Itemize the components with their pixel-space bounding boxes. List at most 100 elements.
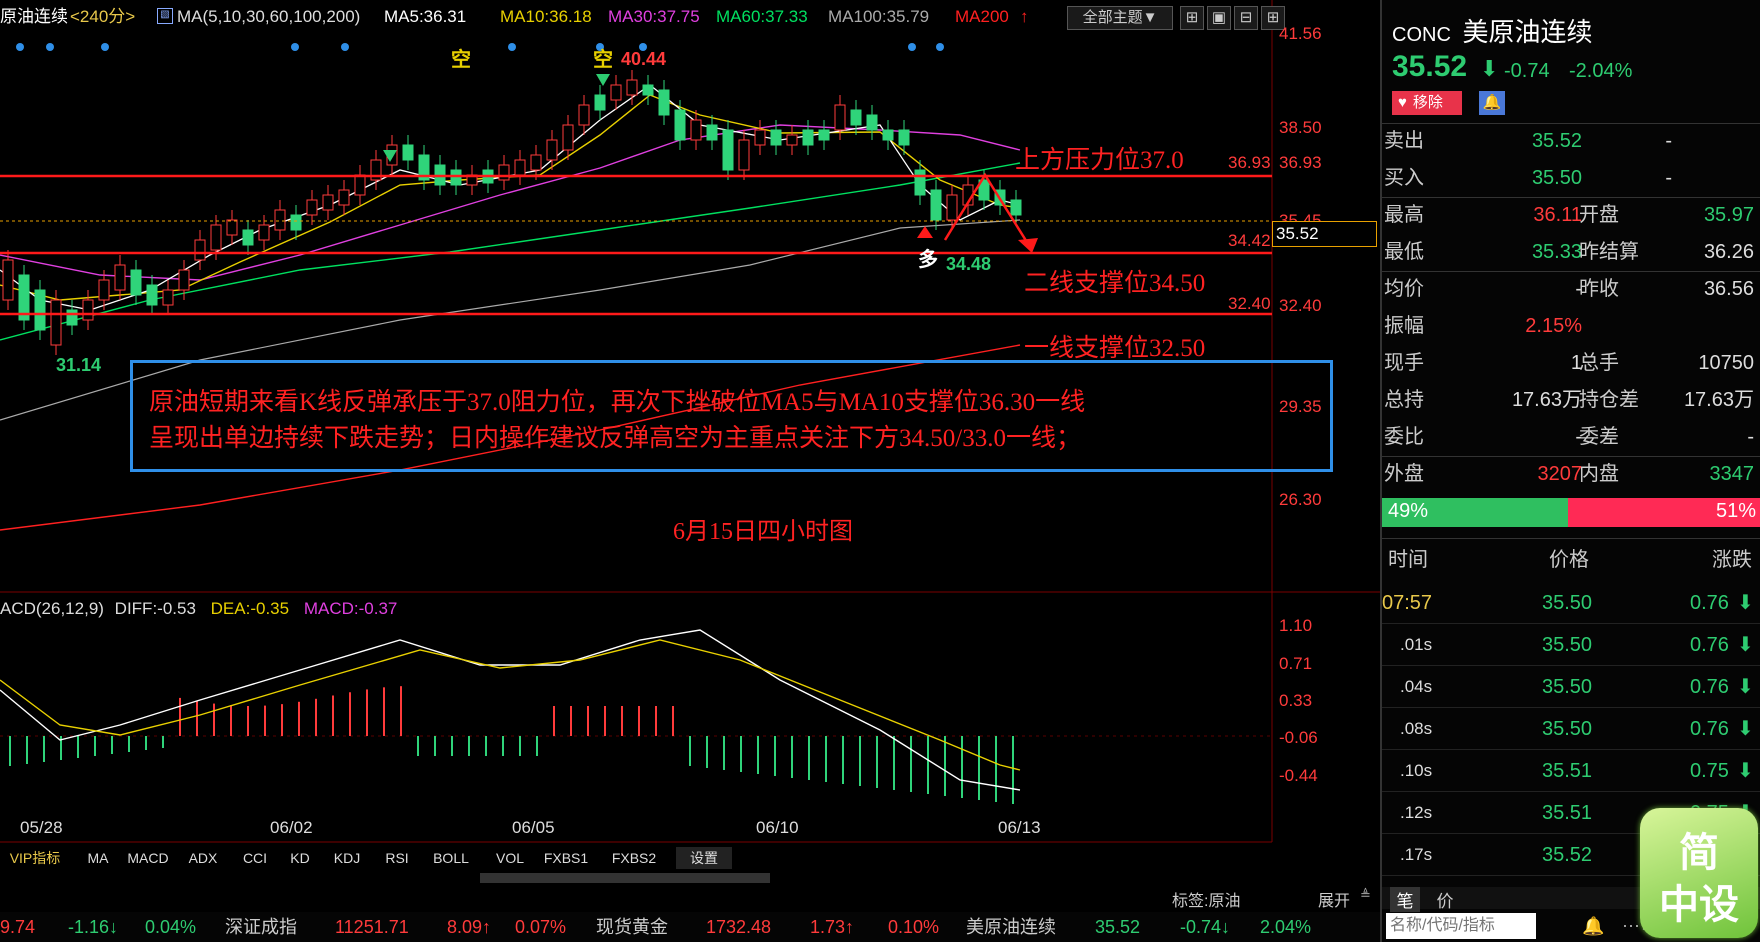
candle-body [546,139,558,161]
arrow-head [1018,238,1038,253]
more-icon[interactable]: ⋯ [1622,916,1640,937]
tab-ma[interactable]: MA [80,847,116,869]
stat-label: 开盘 [1579,204,1619,226]
candle-body [402,144,414,161]
quote-name: 美原油连续 [1462,18,1593,47]
analysis-line-1: 原油短期来看K线反弹承压于37.0阻力位，再次下挫破位MA5与MA10支撑位36… [149,389,1086,416]
ticker-item: 0.04% [145,917,197,937]
down-arrow-icon: ⬇ [1737,592,1754,614]
high-label: 40.44 [621,49,667,69]
buy-row: 买入 35.50 - [1382,160,1760,197]
tab-kd[interactable]: KD [285,847,315,869]
ticker-item: -0.74↓ [1180,917,1231,937]
zoom-out-icon[interactable]: ⊟ [1234,6,1258,30]
macd-params: ACD(26,12,9) [0,599,104,618]
trade-time: .12s [1400,803,1433,822]
theme-dropdown[interactable]: 全部主题▼ [1067,6,1173,30]
price-tick: 36.93 [1279,153,1322,172]
trade-change: 0.76 [1690,592,1729,614]
tab-macd[interactable]: MACD [124,847,172,869]
trade-time: .08s [1400,719,1433,738]
tab-ticks[interactable]: 笔 [1390,887,1420,912]
candle-body [642,84,654,96]
stat-label: 振幅 [1384,315,1424,337]
trade-time: .01s [1400,635,1433,654]
tab-boll[interactable]: BOLL [428,847,474,869]
search-input[interactable] [1386,913,1536,939]
period-label[interactable]: <240分> [70,0,135,34]
tab-fxbs2[interactable]: FXBS2 [608,847,660,869]
trade-time: 07:57 [1382,592,1433,614]
stat-row: 总持 17.63万 持仓差 17.63万 [1382,382,1760,419]
trades-header: 时间 价格 涨跌 [1382,543,1760,571]
bell-icon[interactable]: 🔔 [1479,91,1505,115]
candle-body [274,209,286,231]
tab-cci[interactable]: CCI [236,847,274,869]
trade-price: 35.52 [1542,844,1593,866]
down-arrow-icon: ⬇ [1480,56,1499,81]
candle-body [754,129,766,146]
candle-body [98,279,110,301]
signal-dot [46,43,54,51]
candle-body [130,269,142,296]
candle-body [82,299,94,321]
stat-label: 持仓差 [1579,389,1639,411]
macd-tick: -0.44 [1279,766,1318,785]
sell-ratio: 51% [1715,500,1756,522]
trade-price: 35.51 [1542,760,1593,782]
quote-panel: CONC 美原油连续 35.52 ⬇ -0.74 -2.04% ♥ 移除 🔔 卖出… [1380,0,1760,942]
symbol-label[interactable]: 原油连续 [0,0,68,34]
stat-value: 35.97 [1703,204,1754,226]
ma200-value: MA200 [955,7,1009,26]
tab-vip[interactable]: VIP指标 [0,847,70,869]
candle-body [450,169,462,186]
sell-price: 35.52 [1531,130,1582,152]
arrow-up-icon: ↑ [1020,7,1029,26]
candle-body [818,129,830,141]
trade-time: .17s [1400,845,1433,864]
trade-price: 35.50 [1542,634,1593,656]
chart-type-icon[interactable]: ▧ [157,8,173,24]
tab-adx[interactable]: ADX [183,847,223,869]
trade-time: .10s [1400,761,1433,780]
tab-price[interactable]: 价 [1430,887,1460,912]
ticker-item: -1.16↓ [68,917,119,937]
candle-body [146,284,158,306]
trades-col-change: 涨跌 [1712,549,1752,571]
tab-rsi[interactable]: RSI [378,847,416,869]
stat-value: 3347 [1709,463,1755,485]
macd-value: MACD:-0.37 [303,599,398,618]
tab-fxbs1[interactable]: FXBS1 [540,847,592,869]
tab-settings[interactable]: 设置 [676,847,732,869]
candle-body [226,219,238,236]
expand-button[interactable]: 展开 [1318,887,1350,911]
candle-body [242,229,254,246]
quote-code: CONC [1392,24,1451,46]
candle-body [354,174,366,196]
search-box[interactable] [1386,913,1536,939]
date-tick: 06/13 [998,818,1041,837]
candle-body [690,119,702,141]
candle-body [210,224,222,251]
candle-body [530,154,542,171]
trade-time: .04s [1400,677,1433,696]
candle-body [802,129,814,146]
tab-kdj[interactable]: KDJ [328,847,366,869]
stat-value: 3207 [1537,463,1583,485]
horizontal-scrollbar[interactable] [480,873,770,883]
trade-row: 07:57 35.50 0.76 ⬇ [1382,583,1760,624]
tab-vol[interactable]: VOL [490,847,530,869]
remove-button[interactable]: ♥ 移除 [1392,91,1462,115]
window-icon[interactable]: ▣ [1207,6,1231,30]
trades-col-time: 时间 [1388,549,1428,571]
ma60-value: MA60:37.33 [716,7,808,26]
candle-body [898,129,910,146]
bell-alert-icon[interactable]: 🔔 [1582,916,1604,937]
indicator-tabs: VIP指标 MA MACD ADX CCI KD KDJ RSI BOLL VO… [0,845,1380,871]
logo-chars: 中设 [1659,883,1739,927]
expand-icon[interactable]: ≜ [1360,887,1371,903]
grid-icon[interactable]: ⊞ [1180,6,1204,30]
buy-label: 买入 [1384,167,1424,189]
candle-body [562,124,574,151]
stat-label: 最低 [1384,241,1424,263]
